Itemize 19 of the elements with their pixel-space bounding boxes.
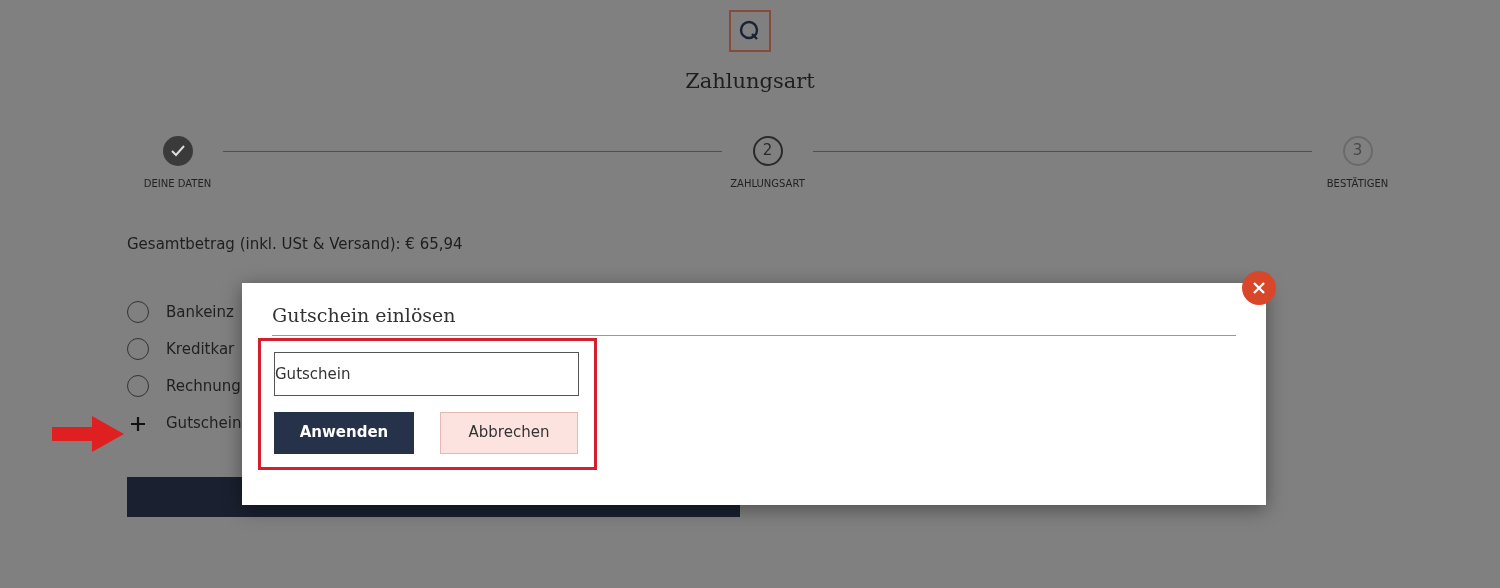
option-label[interactable]: Rechnung [166, 374, 241, 398]
option-label[interactable]: Bankeinz [166, 300, 234, 324]
voucher-field[interactable]: Gutschein [274, 351, 579, 396]
cancel-button[interactable]: Abbrechen [440, 411, 578, 454]
total-amount: Gesamtbetrag (inkl. USt & Versand): € 65,94 [127, 233, 464, 255]
apply-button[interactable]: Anwenden [274, 411, 414, 454]
arrow-icon [52, 416, 124, 452]
step-label: ZAHLUNGSART [730, 176, 805, 191]
logo[interactable] [729, 10, 771, 52]
step-number: 3 [1342, 135, 1373, 166]
close-button[interactable] [1242, 271, 1276, 305]
option-label[interactable]: Gutschein [166, 411, 242, 435]
step-number: 2 [752, 135, 783, 166]
step-label: DEINE DATEN [143, 176, 212, 191]
option-label[interactable]: Kreditkar [166, 337, 235, 361]
close-icon [1252, 281, 1266, 295]
page-title: Zahlungsart [685, 68, 815, 95]
step-label: BESTÄTIGEN [1326, 176, 1389, 191]
dialog-title: Gutschein einlösen [272, 301, 1236, 336]
